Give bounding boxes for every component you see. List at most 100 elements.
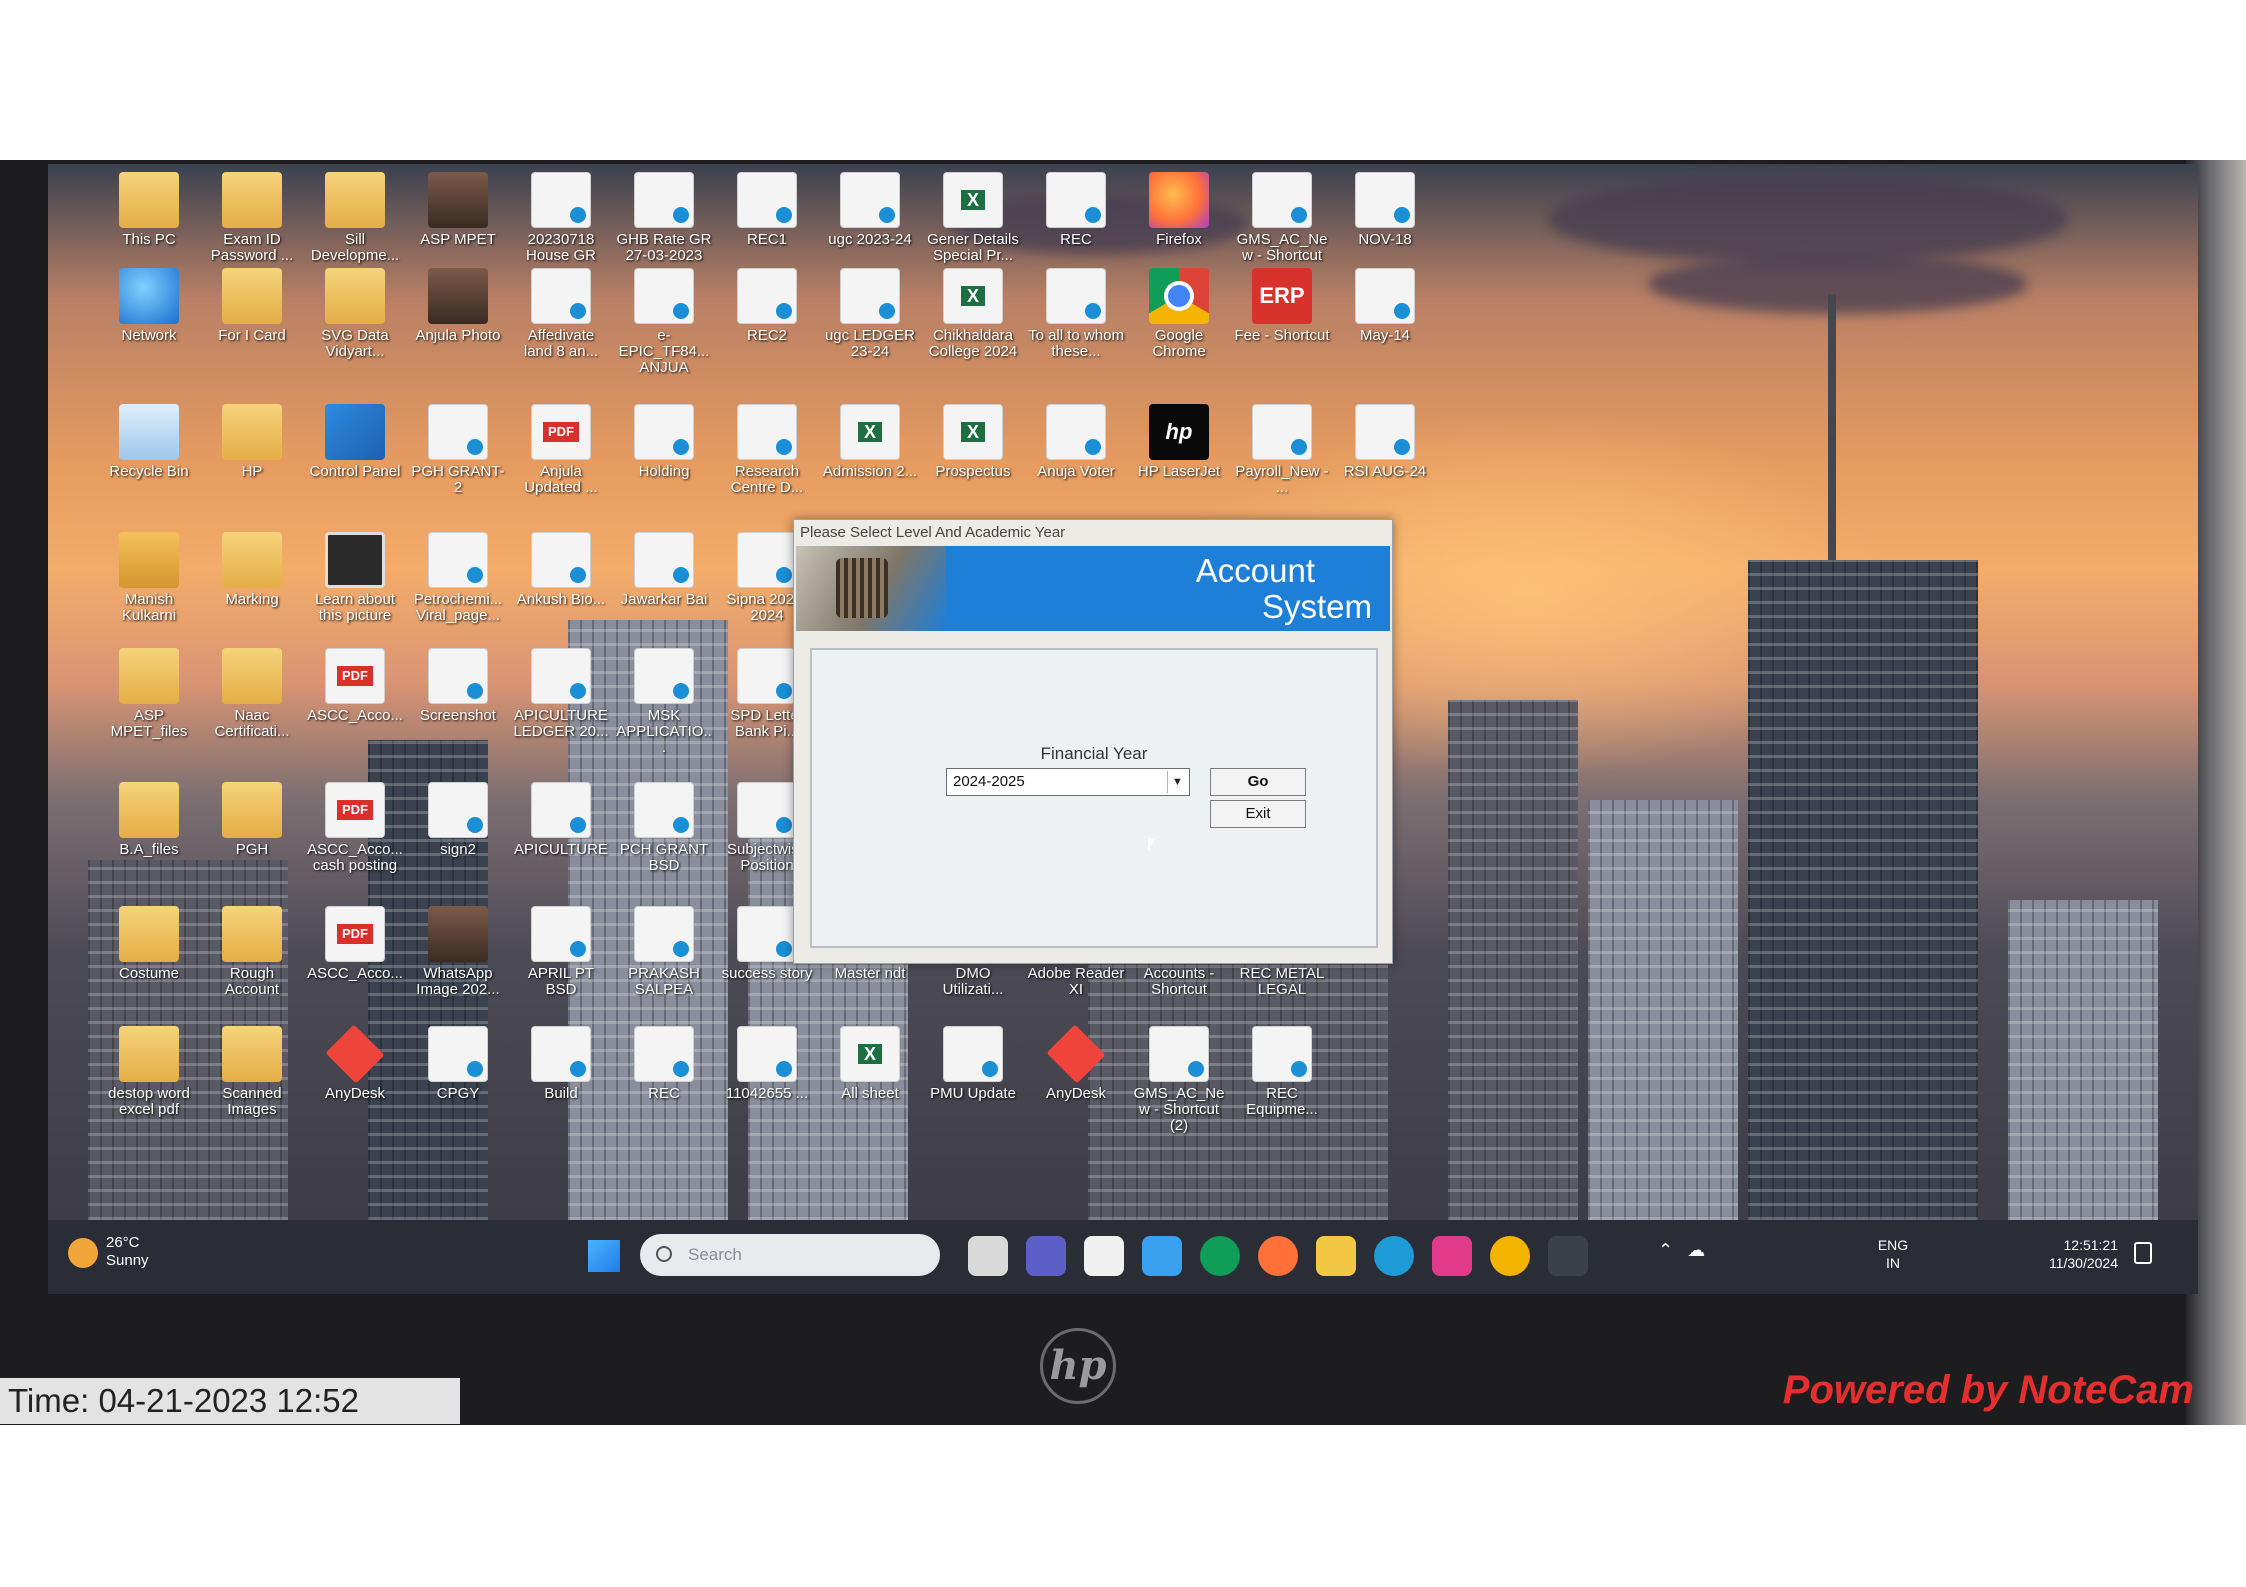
desktop-icon[interactable]: CPGY [409,1026,507,1102]
financial-year-select[interactable]: 2024-2025 ▼ [946,768,1190,796]
desktop-icon[interactable]: This PC [100,172,198,248]
desktop-icon[interactable]: REC [1027,172,1125,248]
exit-button[interactable]: Exit [1210,800,1306,828]
desktop-icon[interactable]: AnyDesk [1027,1024,1125,1102]
desktop-icon[interactable]: APICULTURE [512,782,610,858]
taskbar-search-input[interactable]: Search [640,1234,940,1276]
desktop-icon-label: sign2 [440,841,476,858]
language-indicator[interactable]: ENG IN [1868,1236,1918,1272]
folder-icon[interactable] [1316,1236,1356,1276]
photos-icon[interactable] [1142,1236,1182,1276]
desktop-icon[interactable]: PDF Anjula Updated ... [512,404,610,496]
desktop-icon[interactable]: Holding [615,404,713,480]
desktop-icon[interactable]: Affedivate land 8 an... [512,268,610,360]
desktop-icon[interactable]: ugc 2023-24 [821,172,919,248]
desktop-icon[interactable]: PGH [203,782,301,858]
desktop-icon[interactable]: Scanned Images [203,1026,301,1118]
file-explorer-icon[interactable] [968,1236,1008,1276]
desktop-icon[interactable]: MSK APPLICATIO... [615,648,713,756]
desktop-icon[interactable]: Control Panel [306,404,404,480]
desktop-icon[interactable]: APRIL PT BSD [512,906,610,998]
chrome-icon[interactable] [1200,1236,1240,1276]
edge-icon[interactable] [1374,1236,1414,1276]
desktop-icon[interactable]: ERP Fee - Shortcut [1233,268,1331,344]
desktop-icon[interactable]: Recycle Bin [100,404,198,480]
desktop-icon[interactable]: REC1 [718,172,816,248]
desktop-icon[interactable]: X Gener Details Special Pr... [924,172,1022,264]
desktop-icon[interactable]: SVG Data Vidyart... [306,268,404,360]
desktop-icon[interactable]: X Admission 2... [821,404,919,480]
desktop-icon[interactable]: hp HP LaserJet [1130,404,1228,480]
desktop-icon[interactable]: sign2 [409,782,507,858]
desktop-icon[interactable]: APICULTURE LEDGER 20... [512,648,610,740]
desktop-icon[interactable]: Sill Developme... [306,172,404,264]
chrome-icon[interactable] [1490,1236,1530,1276]
terminal-icon[interactable] [1548,1236,1588,1276]
notification-icon[interactable] [2134,1242,2152,1264]
desktop-icon[interactable]: X All sheet [821,1026,919,1102]
tray-icons[interactable]: ⌃☁ [1658,1240,1838,1261]
desktop-icon[interactable]: PGH GRANT-2 [409,404,507,496]
desktop-icon[interactable]: REC Equipme... [1233,1026,1331,1118]
desktop-icon[interactable]: PCH GRANT BSD [615,782,713,874]
desktop-icon[interactable]: For I Card [203,268,301,344]
desktop-icon[interactable]: GHB Rate GR 27-03-2023 [615,172,713,264]
desktop-icon[interactable]: Research Centre D... [718,404,816,496]
desktop-icon[interactable]: Marking [203,532,301,608]
desktop-icon[interactable]: AnyDesk [306,1024,404,1102]
desktop-icon[interactable]: GMS_AC_New - Shortcut [1233,172,1331,264]
desktop-icon[interactable]: destop word excel pdf [100,1026,198,1118]
desktop-icon[interactable]: Ankush Bio... [512,532,610,608]
desktop-icon[interactable]: Learn about this picture [306,532,404,624]
desktop-icon[interactable]: X Chikhaldara College 2024 [924,268,1022,360]
desktop-icon[interactable]: Google Chrome [1130,268,1228,360]
desktop-icon[interactable]: Costume [100,906,198,982]
desktop-icon[interactable]: REC [615,1026,713,1102]
desktop-icon[interactable]: Anuja Voter [1027,404,1125,480]
desktop-icon[interactable]: 20230718 House GR [512,172,610,264]
desktop-icon[interactable]: 11042655 ... [718,1026,816,1102]
desktop-icon[interactable]: PDF ASCC_Acco... [306,648,404,724]
desktop-icon[interactable]: GMS_AC_New - Shortcut (2) [1130,1026,1228,1134]
clock[interactable]: 12:51:21 11/30/2024 [1998,1236,2118,1272]
desktop-icon[interactable]: Network [100,268,198,344]
chevron-up-icon[interactable]: ⌃ [1658,1240,1687,1260]
windows-start-icon[interactable] [588,1240,620,1272]
desktop-icon[interactable]: Firefox [1130,172,1228,248]
teams-icon[interactable] [1026,1236,1066,1276]
app-icon[interactable] [1432,1236,1472,1276]
desktop-icon[interactable]: REC2 [718,268,816,344]
desktop-icon[interactable]: ASP MPET [409,172,507,248]
desktop-icon[interactable]: Screenshot [409,648,507,724]
desktop-icon[interactable]: ugc LEDGER 23-24 [821,268,919,360]
desktop-icon[interactable]: Exam ID Password ... [203,172,301,264]
desktop-icon[interactable]: NOV-18 [1336,172,1434,248]
desktop-icon[interactable]: Anjula Photo [409,268,507,344]
desktop-icon[interactable]: PMU Update [924,1026,1022,1102]
desktop-icon[interactable]: Jawarkar Bai [615,532,713,608]
desktop-icon[interactable]: To all to whom these... [1027,268,1125,360]
desktop-icon[interactable]: RSI AUG-24 [1336,404,1434,480]
desktop-icon[interactable]: PDF ASCC_Acco... [306,906,404,982]
recycle-bin-icon [119,404,179,460]
desktop-icon[interactable]: e-EPIC_TF84... ANJUA [615,268,713,376]
desktop-icon[interactable]: Petrochemi... Viral_page... [409,532,507,624]
desktop-icon[interactable]: ASP MPET_files [100,648,198,740]
desktop-icon[interactable]: May-14 [1336,268,1434,344]
desktop-icon[interactable]: WhatsApp Image 202... [409,906,507,998]
desktop-icon[interactable]: PDF ASCC_Acco... cash posting [306,782,404,874]
chevron-down-icon[interactable]: ▼ [1167,771,1187,793]
desktop-icon[interactable]: Manish Kulkarni [100,532,198,624]
desktop-icon[interactable]: X Prospectus [924,404,1022,480]
go-button[interactable]: Go [1210,768,1306,796]
cloud-icon[interactable]: ☁ [1687,1240,1719,1260]
desktop-icon[interactable]: HP [203,404,301,480]
desktop-icon[interactable]: PRAKASH SALPEA [615,906,713,998]
desktop-icon[interactable]: Naac Certificati... [203,648,301,740]
desktop-icon[interactable]: Rough Account [203,906,301,998]
firefox-icon[interactable] [1258,1236,1298,1276]
desktop-icon[interactable]: Payroll_New - ... [1233,404,1331,496]
desktop-icon[interactable]: B.A_files [100,782,198,858]
store-icon[interactable] [1084,1236,1124,1276]
desktop-icon[interactable]: Build [512,1026,610,1102]
